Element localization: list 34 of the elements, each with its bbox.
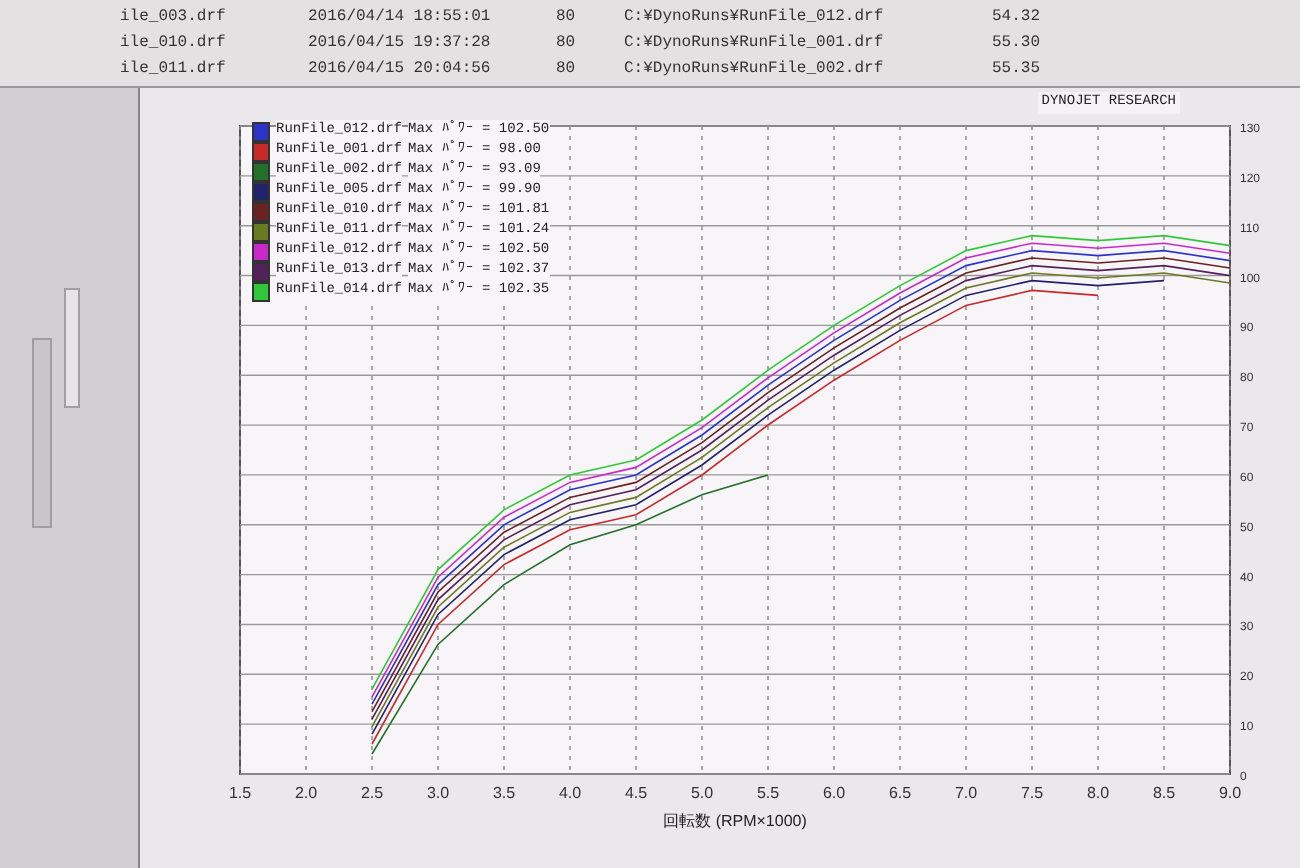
run-date: 2016/04/15 20:04:56 xyxy=(308,57,493,81)
file-path: C:¥DynoRuns¥RunFile_002.drf xyxy=(624,57,886,81)
run-date: 2016/04/14 18:55:01 xyxy=(308,5,493,29)
x-tick-label: 4.0 xyxy=(558,783,582,801)
x-tick-label: 2.5 xyxy=(360,783,384,801)
run-file-name: ile_010.drf xyxy=(120,31,228,55)
scrollbar[interactable] xyxy=(32,338,52,528)
run-number: 80 xyxy=(556,57,578,81)
run-number: 80 xyxy=(556,31,578,55)
x-tick-label: 5.0 xyxy=(690,783,714,801)
file-path: C:¥DynoRuns¥RunFile_001.drf xyxy=(624,31,886,55)
x-tick-label: 7.0 xyxy=(954,783,978,801)
run-value: 55.35 xyxy=(992,57,1043,81)
run-value: 55.30 xyxy=(992,31,1043,55)
scrollbar[interactable] xyxy=(64,288,80,408)
run-file-name: ile_003.drf xyxy=(120,5,228,29)
x-tick-label: 8.5 xyxy=(1152,783,1176,801)
run-file-name: ile_011.drf xyxy=(120,57,228,81)
x-tick-label: 3.5 xyxy=(492,783,516,801)
x-tick-label: 9.0 xyxy=(1218,783,1242,801)
file-path: C:¥DynoRuns¥RunFile_012.drf xyxy=(624,5,886,29)
x-tick-label: 6.0 xyxy=(822,783,846,801)
x-tick-label: 2.0 xyxy=(294,783,318,801)
x-axis-label: 回転数 (RPM×1000) xyxy=(663,811,807,829)
x-tick-label: 5.5 xyxy=(756,783,780,801)
x-tick-label: 6.5 xyxy=(888,783,912,801)
x-tick-label: 4.5 xyxy=(624,783,648,801)
run-value: 54.32 xyxy=(992,5,1043,29)
x-tick-label: 3.0 xyxy=(426,783,450,801)
x-tick-label: 8.0 xyxy=(1086,783,1110,801)
run-date: 2016/04/15 19:37:28 xyxy=(308,31,493,55)
x-tick-label: 1.5 xyxy=(228,783,252,801)
run-number: 80 xyxy=(556,5,578,29)
x-tick-label: 7.5 xyxy=(1020,783,1044,801)
